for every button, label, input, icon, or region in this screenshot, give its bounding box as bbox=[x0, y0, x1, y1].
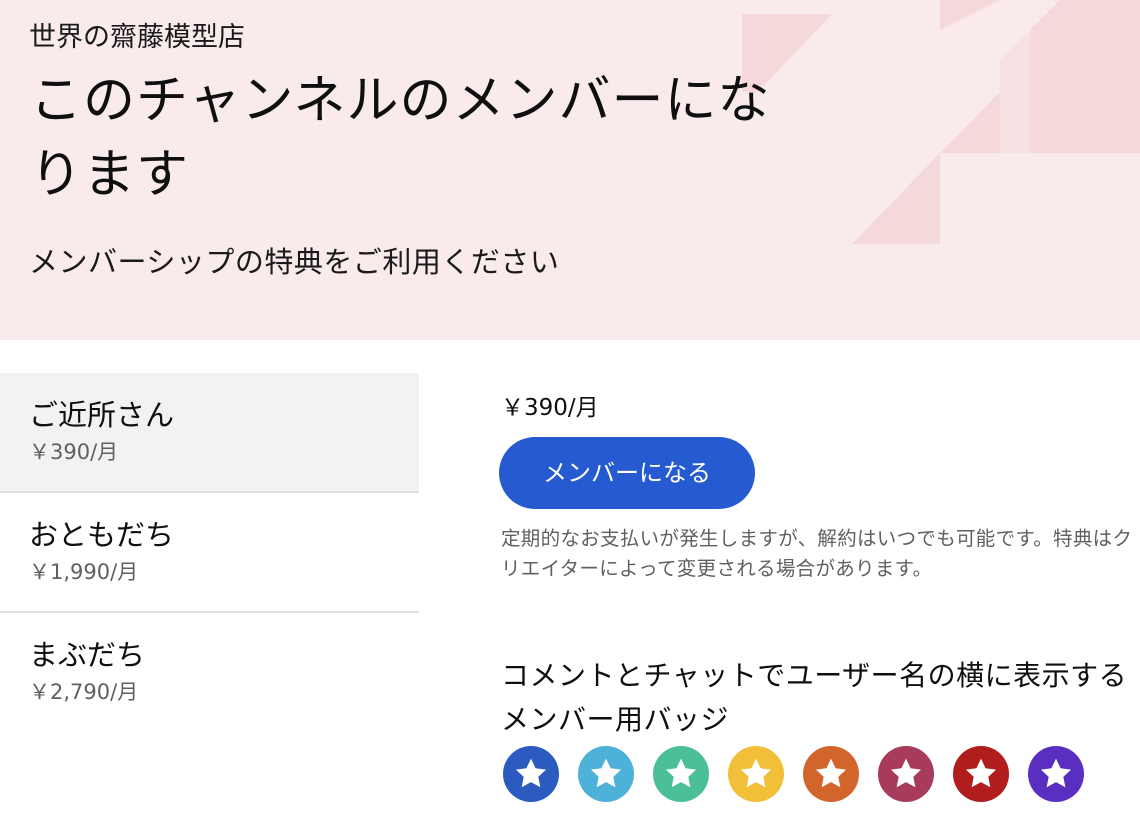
membership-page: 世界の齋藤模型店 このチャンネルのメンバーになります メンバーシップの特典をご利… bbox=[0, 0, 1140, 826]
selected-tier-price: ￥390/月 bbox=[501, 395, 599, 421]
star-icon bbox=[665, 758, 697, 788]
billing-notice: 定期的なお支払いが発生しますが、解約はいつでも可能です。特典はクリエイターによっ… bbox=[501, 527, 1133, 580]
star-icon bbox=[740, 758, 772, 788]
tier-name: ご近所さん bbox=[29, 398, 175, 432]
tier-item-mabudachi[interactable]: まぶだち ￥2,790/月 bbox=[0, 613, 419, 731]
membership-banner: 世界の齋藤模型店 このチャンネルのメンバーになります メンバーシップの特典をご利… bbox=[0, 0, 1140, 340]
member-badge bbox=[953, 746, 1009, 802]
page-subtitle: メンバーシップの特典をご利用ください bbox=[29, 245, 560, 279]
member-badge bbox=[503, 746, 559, 802]
star-icon bbox=[815, 758, 847, 788]
member-badge bbox=[653, 746, 709, 802]
member-badge bbox=[1028, 746, 1084, 802]
banner-shape bbox=[940, 0, 1000, 30]
badge-heading: コメントとチャットでユーザー名の横に表示するメンバー用バッジ bbox=[501, 659, 1128, 736]
tier-name: おともだち bbox=[29, 518, 175, 552]
tier-item-otomodachi[interactable]: おともだち ￥1,990/月 bbox=[0, 493, 419, 613]
star-icon bbox=[890, 758, 922, 788]
page-title: このチャンネルのメンバーになります bbox=[30, 71, 771, 205]
member-badge bbox=[578, 746, 634, 802]
star-icon bbox=[590, 758, 622, 788]
banner-shape bbox=[1000, 30, 1030, 153]
member-badge bbox=[728, 746, 784, 802]
tier-price: ￥2,790/月 bbox=[29, 680, 139, 704]
join-button[interactable]: メンバーになる bbox=[499, 437, 755, 509]
tier-price: ￥1,990/月 bbox=[29, 560, 139, 584]
star-icon bbox=[515, 758, 547, 788]
member-badge bbox=[878, 746, 934, 802]
star-icon bbox=[1040, 758, 1072, 788]
banner-shape bbox=[1030, 0, 1140, 153]
banner-shape bbox=[940, 92, 1000, 153]
badge-list bbox=[503, 746, 1084, 802]
banner-shape bbox=[852, 153, 940, 244]
star-icon bbox=[965, 758, 997, 788]
channel-name: 世界の齋藤模型店 bbox=[29, 22, 245, 53]
tier-list: ご近所さん ￥390/月 おともだち ￥1,990/月 まぶだち ￥2,790/… bbox=[0, 373, 419, 731]
member-badge bbox=[803, 746, 859, 802]
tier-price: ￥390/月 bbox=[29, 440, 119, 464]
tier-name: まぶだち bbox=[29, 638, 146, 672]
tier-item-gokinjosan[interactable]: ご近所さん ￥390/月 bbox=[0, 373, 419, 493]
